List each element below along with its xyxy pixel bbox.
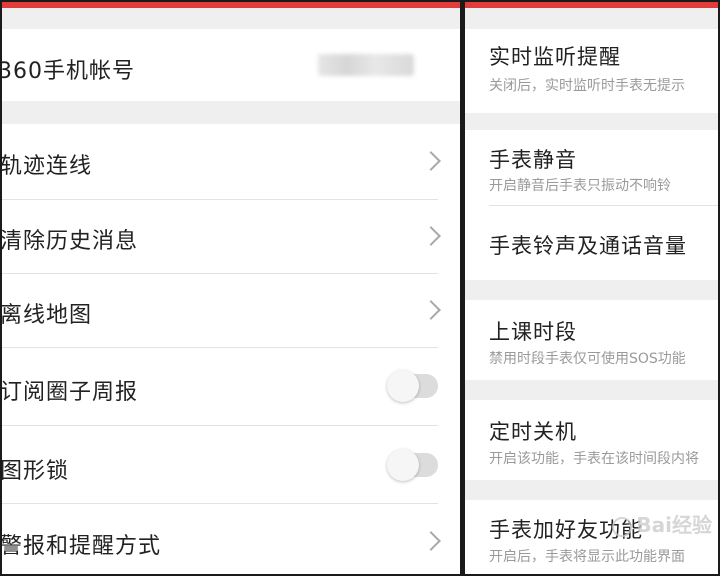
list-item-alert-mode[interactable]: 警报和提醒方式 [2, 504, 460, 574]
item-subtitle: 开启静音后手表只振动不响铃 [489, 178, 671, 194]
item-label: 订阅圈子周报 [2, 380, 139, 405]
left-settings-panel: 360手机帐号 轨迹连线 清除历史消息 离线地图 订阅圈子周报 图形锁 警报和提… [2, 2, 460, 574]
list-item-clear-history[interactable]: 清除历史消息 [2, 200, 460, 274]
pattern-lock-toggle[interactable] [387, 449, 438, 481]
item-subtitle: 开启后，手表将显示此功能界面 [489, 549, 685, 565]
item-subtitle: 禁用时段手表仅可使用SOS功能 [489, 351, 686, 367]
class-time-row[interactable]: 上课时段 禁用时段手表仅可使用SOS功能 [465, 300, 718, 380]
item-label: 轨迹连线 [2, 154, 93, 179]
list-item-offline-map[interactable]: 离线地图 [2, 274, 460, 348]
item-title: 实时监听提醒 [489, 45, 621, 69]
item-subtitle: 开启该功能，手表在该时间段内将 [489, 451, 699, 467]
item-title: 定时关机 [489, 420, 577, 444]
mute-volume-group: 手表静音 开启静音后手表只振动不响铃 手表铃声及通话音量 [465, 130, 718, 280]
chevron-right-icon [421, 151, 441, 171]
item-label: 警报和提醒方式 [2, 534, 162, 559]
chevron-right-icon [421, 300, 441, 320]
watermark-text: Bai经验 [636, 513, 712, 537]
realtime-listen-row[interactable]: 实时监听提醒 关闭后，实时监听时手表无提示 [465, 29, 718, 113]
ringtone-volume-row[interactable]: 手表铃声及通话音量 [465, 206, 718, 280]
weekly-report-toggle[interactable] [387, 370, 438, 402]
screenshot-frame: 360手机帐号 轨迹连线 清除历史消息 离线地图 订阅圈子周报 图形锁 警报和提… [0, 0, 720, 576]
chevron-right-icon [421, 226, 441, 246]
item-label: 图形锁 [2, 459, 70, 484]
baidu-watermark: Bai经验 [612, 509, 712, 538]
paw-icon [612, 516, 633, 537]
item-label: 离线地图 [2, 303, 93, 328]
item-title: 手表静音 [489, 148, 577, 172]
account-row[interactable]: 360手机帐号 [2, 29, 460, 101]
list-item-weekly-report[interactable]: 订阅圈子周报 [2, 348, 460, 426]
settings-list: 轨迹连线 清除历史消息 离线地图 订阅圈子周报 图形锁 警报和提醒方式 [2, 124, 460, 574]
account-label: 360手机帐号 [2, 59, 135, 84]
list-item-pattern-lock[interactable]: 图形锁 [2, 426, 460, 504]
item-subtitle: 关闭后，实时监听时手表无提示 [489, 78, 685, 94]
item-title: 上课时段 [489, 320, 577, 344]
accent-bar [2, 2, 460, 8]
scheduled-shutdown-row[interactable]: 定时关机 开启该功能，手表在该时间段内将 [465, 400, 718, 480]
item-title: 手表铃声及通话音量 [489, 234, 687, 258]
list-item-track[interactable]: 轨迹连线 [2, 124, 460, 200]
account-value-blurred [318, 54, 414, 76]
accent-bar [465, 2, 718, 8]
item-label: 清除历史消息 [2, 229, 139, 254]
right-settings-panel: 实时监听提醒 关闭后，实时监听时手表无提示 手表静音 开启静音后手表只振动不响铃… [465, 2, 718, 574]
toggle-knob [387, 370, 419, 402]
toggle-knob [387, 449, 419, 481]
chevron-right-icon [421, 531, 441, 551]
watch-mute-row[interactable]: 手表静音 开启静音后手表只振动不响铃 [465, 130, 718, 206]
